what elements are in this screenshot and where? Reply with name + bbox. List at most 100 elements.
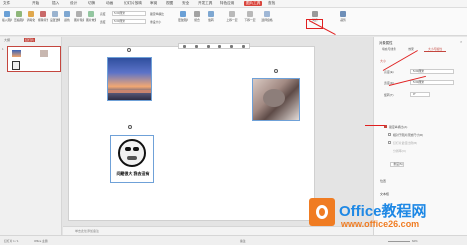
relative-size-checkbox[interactable] bbox=[388, 133, 391, 136]
bring-forward-icon bbox=[229, 11, 235, 17]
insert-picture-button[interactable]: 插入图片 bbox=[2, 11, 12, 22]
tool-icon[interactable] bbox=[194, 44, 198, 48]
lock-ratio-label: 锁定纵横比(A) bbox=[389, 125, 408, 129]
height-label: 高度 bbox=[100, 12, 106, 16]
tab-fill-line[interactable]: 填充与线条 bbox=[380, 47, 398, 51]
width-label: 宽度 bbox=[100, 20, 106, 24]
annotation-arrow bbox=[365, 125, 385, 126]
office-logo bbox=[309, 198, 335, 226]
section-position[interactable]: 位置 bbox=[380, 179, 386, 183]
tool-icon[interactable] bbox=[241, 44, 245, 48]
panda-mouth bbox=[127, 156, 137, 160]
align-icon bbox=[312, 11, 318, 17]
compress-picture-button[interactable]: 压缩图片 bbox=[14, 11, 24, 22]
lock-ratio-checkbox[interactable]: 锁定纵横比 bbox=[150, 12, 164, 16]
panel-title: 对象属性 bbox=[379, 41, 393, 45]
slide-thumbnail[interactable] bbox=[7, 46, 61, 72]
menu-developer[interactable]: 开发工具 bbox=[198, 1, 212, 6]
notes-toggle-button[interactable]: 备注 bbox=[240, 239, 246, 243]
picture-outline-button[interactable]: 图片轮廓 bbox=[74, 11, 84, 22]
height-field[interactable]: 5.00厘米 bbox=[410, 69, 454, 74]
menu-special[interactable]: 特色应用 bbox=[220, 1, 234, 6]
rotate-button[interactable]: 旋转 bbox=[206, 11, 216, 22]
send-backward-icon bbox=[247, 11, 253, 17]
picture-effect-button[interactable]: 图片效果 bbox=[86, 11, 96, 22]
menu-home[interactable]: 开始 bbox=[32, 1, 39, 6]
thumb-meme-image bbox=[12, 61, 20, 70]
ribbon: 插入图片 压缩图片 清晰化 抠除背景 设置透明色 颜色 图片轮廓 图片效果 高度… bbox=[0, 8, 467, 36]
menu-search[interactable]: 查找 bbox=[268, 1, 275, 6]
resolution-label: 分辨率(O) bbox=[393, 149, 406, 153]
rotate-icon bbox=[208, 11, 214, 17]
menu-bar: 文件 开始 插入 设计 切换 动画 幻灯片放映 审阅 视图 安全 开发工具 特色… bbox=[0, 0, 467, 8]
group-button[interactable]: 组合 bbox=[192, 11, 202, 22]
reset-button[interactable]: 重设(S) bbox=[390, 162, 404, 167]
rotate-field[interactable]: 0° bbox=[410, 92, 430, 97]
best-scale-checkbox[interactable] bbox=[388, 141, 391, 144]
ribbon-height-field[interactable]: 5.00厘米 bbox=[112, 11, 146, 16]
meme-image[interactable]: 问题很大 我去没有 bbox=[110, 135, 154, 183]
send-backward-button[interactable]: 下移一层 bbox=[242, 11, 258, 22]
zoom-slider[interactable] bbox=[388, 241, 410, 242]
water-reflection bbox=[108, 90, 151, 93]
width-field[interactable]: 5.00厘米 bbox=[410, 80, 454, 85]
menu-design[interactable]: 设计 bbox=[70, 1, 77, 6]
sunset-image[interactable] bbox=[107, 57, 152, 101]
best-scale-label: 幻灯片最佳比例(B) bbox=[393, 141, 418, 145]
ribbon-width-field[interactable]: 5.00厘米 bbox=[112, 19, 146, 24]
menu-picture-tools[interactable]: 图片工具 bbox=[244, 1, 263, 6]
menu-slideshow[interactable]: 幻灯片放映 bbox=[124, 1, 142, 6]
tab-outline[interactable]: 大纲 bbox=[4, 38, 10, 42]
rotate-handle[interactable] bbox=[127, 48, 131, 52]
crop-icon bbox=[340, 11, 346, 17]
thumb-cat-image bbox=[40, 50, 48, 57]
transparent-color-button[interactable]: 设置透明色 bbox=[50, 11, 60, 22]
watermark-url: www.office26.com bbox=[341, 219, 420, 229]
color-button[interactable]: 颜色 bbox=[62, 11, 72, 22]
reset-size-button[interactable]: 重设大小 bbox=[150, 20, 161, 24]
watermark-brand: Office教程网 bbox=[339, 203, 427, 220]
relative-size-label: 相对于图片原始尺寸(R) bbox=[393, 133, 424, 137]
change-picture-button[interactable]: 更改图片 bbox=[178, 11, 188, 22]
menu-insert[interactable]: 插入 bbox=[52, 1, 59, 6]
tool-icon[interactable] bbox=[206, 44, 210, 48]
logo-o-shape bbox=[316, 205, 328, 219]
outline-icon bbox=[76, 11, 82, 17]
crop-button[interactable]: 裁剪 bbox=[338, 11, 348, 22]
status-bar: 幻灯片 1 / 1 Office 主题 备注 62% bbox=[0, 235, 467, 245]
panda-face bbox=[118, 139, 146, 167]
remove-background-button[interactable]: 抠除背景 bbox=[38, 11, 48, 22]
transparency-icon bbox=[52, 11, 58, 17]
effect-icon bbox=[88, 11, 94, 17]
menu-view[interactable]: 视图 bbox=[166, 1, 173, 6]
selection-pane-icon bbox=[264, 11, 270, 17]
compress-icon bbox=[16, 11, 22, 17]
rotate-label: 旋转(T) bbox=[384, 93, 394, 97]
thumb-sunset-image bbox=[12, 50, 21, 57]
menu-security[interactable]: 安全 bbox=[182, 1, 189, 6]
theme-name: Office 主题 bbox=[34, 239, 48, 243]
rotate-handle[interactable] bbox=[128, 125, 132, 129]
rotate-handle[interactable] bbox=[274, 69, 278, 73]
watermark: Office教程网 www.office26.com bbox=[297, 192, 467, 235]
selection-pane-button[interactable]: 选择窗格 bbox=[260, 11, 274, 22]
tab-size-property[interactable]: 大小与属性 bbox=[424, 47, 446, 52]
menu-transition[interactable]: 切换 bbox=[88, 1, 95, 6]
menu-animation[interactable]: 动画 bbox=[106, 1, 113, 6]
close-icon[interactable]: × bbox=[460, 39, 462, 44]
tool-icon[interactable] bbox=[183, 44, 187, 48]
sharpen-button[interactable]: 清晰化 bbox=[26, 11, 36, 22]
bring-forward-button[interactable]: 上移一层 bbox=[224, 11, 240, 22]
group-icon bbox=[194, 11, 200, 17]
sharpen-icon bbox=[28, 11, 34, 17]
tool-icon[interactable] bbox=[229, 44, 233, 48]
tab-slides[interactable]: 幻灯片 bbox=[24, 38, 36, 42]
color-icon bbox=[64, 11, 70, 17]
tool-icon[interactable] bbox=[218, 44, 222, 48]
section-size[interactable]: 大小 bbox=[380, 59, 386, 63]
menu-review[interactable]: 审阅 bbox=[150, 1, 157, 6]
menu-file[interactable]: 文件 bbox=[3, 1, 10, 6]
slides-panel: 大纲 幻灯片 1 bbox=[0, 37, 62, 235]
slide[interactable] bbox=[68, 46, 315, 221]
cat-image[interactable] bbox=[252, 78, 300, 121]
